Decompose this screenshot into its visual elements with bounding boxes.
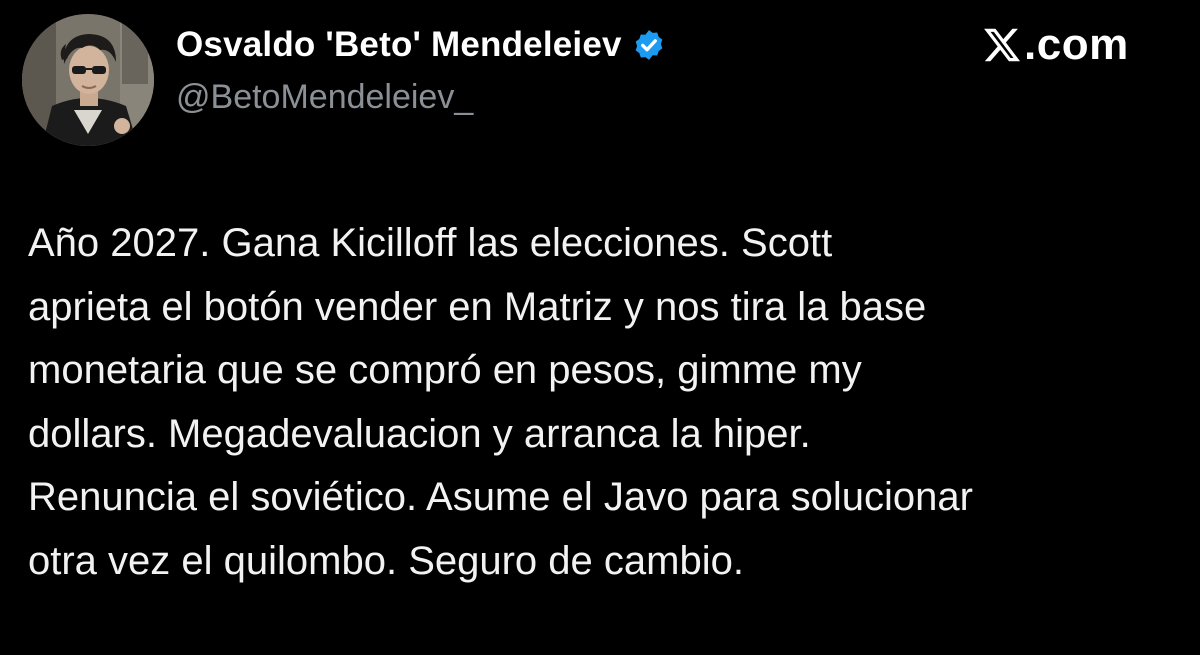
profile-photo-avatar — [22, 14, 154, 146]
source-logo: .com — [982, 22, 1129, 68]
x-logo-icon — [982, 25, 1022, 65]
verified-badge-icon — [632, 28, 666, 62]
tweet-card: Osvaldo 'Beto' Mendeleiev @BetoMendeleie… — [0, 0, 1200, 655]
tweet-text-line: dollars. Megadevaluacion y arranca la hi… — [28, 411, 811, 456]
author-avatar[interactable] — [22, 14, 154, 146]
author-handle[interactable]: @BetoMendeleiev_ — [176, 78, 473, 117]
author-name[interactable]: Osvaldo 'Beto' Mendeleiev — [176, 25, 622, 65]
tweet-text-line: Año 2027. Gana Kicilloff las elecciones.… — [28, 221, 833, 265]
author-name-row: Osvaldo 'Beto' Mendeleiev — [176, 20, 666, 70]
tweet-text: Año 2027. Gana Kicilloff las elecciones.… — [28, 212, 1188, 593]
tweet-text-line: Renuncia el soviético. Asume el Javo par… — [28, 475, 973, 519]
tweet-text-line: otra vez el quilombo. Seguro de cambio. — [28, 538, 744, 583]
tweet-text-line: aprieta el botón vender en Matriz y nos … — [28, 284, 927, 329]
tweet-text-line: monetaria que se compró en pesos, gimme … — [28, 348, 862, 392]
source-domain-text: .com — [1024, 20, 1129, 69]
